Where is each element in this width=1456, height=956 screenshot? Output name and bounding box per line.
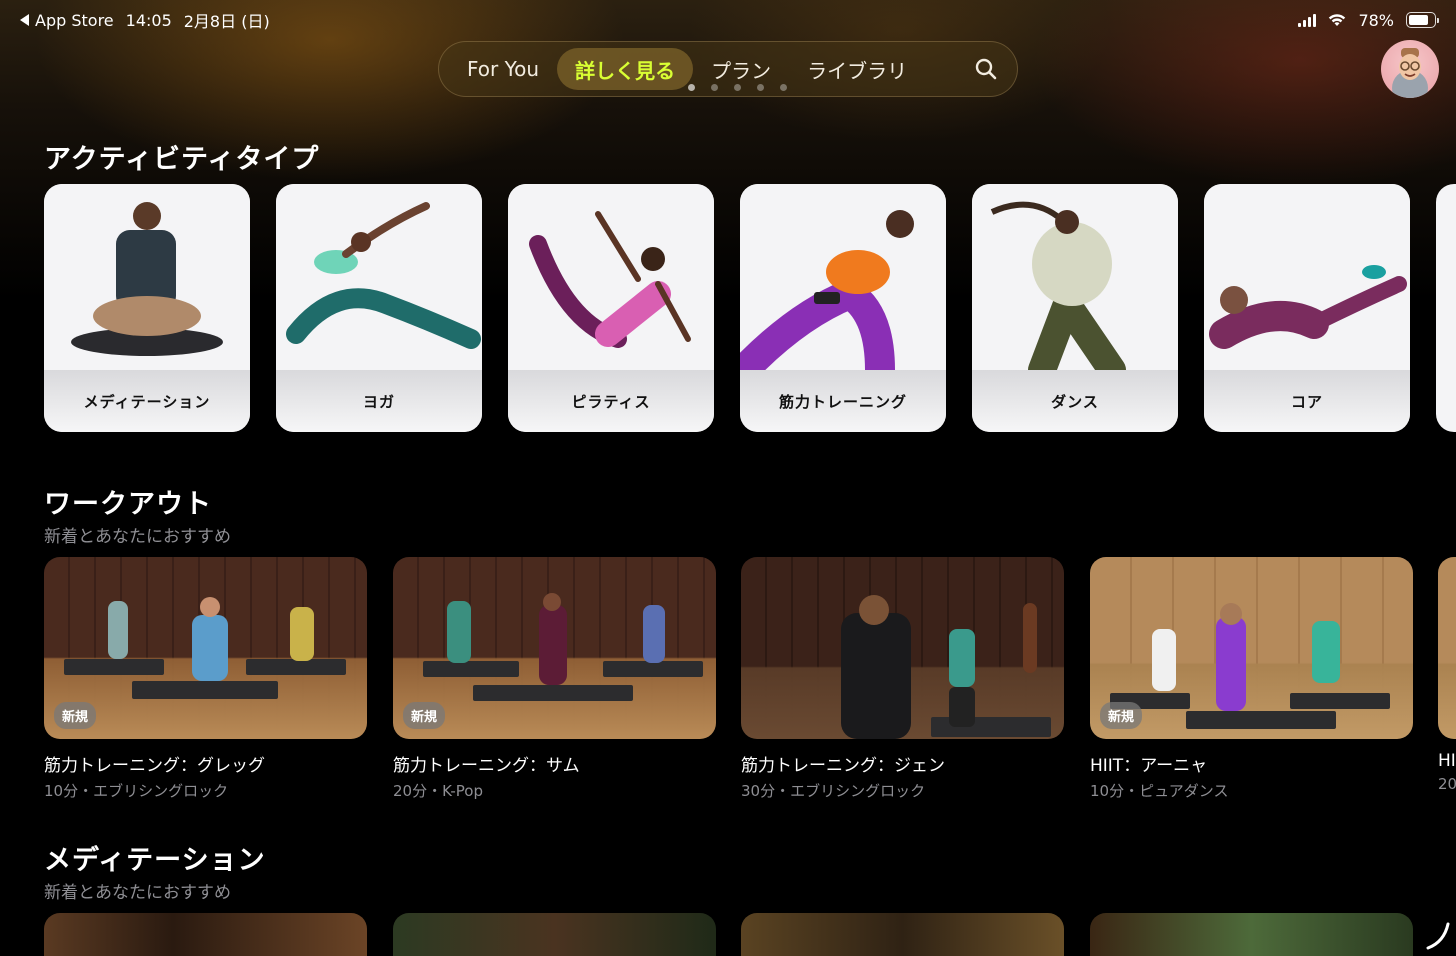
workout-meta: 20: [1438, 775, 1456, 793]
status-bar: App Store 14:05 2月8日 (日) 78%: [20, 8, 1439, 32]
battery-percent: 78%: [1358, 10, 1394, 30]
back-arrow-icon: [20, 14, 29, 26]
tab-library[interactable]: ライブラリ: [789, 48, 925, 90]
workout-carousel: 新規 筋力トレーニング：グレッグ 10分・エブリシングロック 新規 筋力トレーニ…: [44, 557, 1456, 807]
activity-label: コア: [1204, 370, 1410, 432]
meditation-card[interactable]: [741, 913, 1064, 956]
search-icon: [975, 58, 997, 80]
activity-label: ヨガ: [276, 370, 482, 432]
activity-card-yoga[interactable]: ヨガ: [276, 184, 482, 432]
workout-thumbnail: 新規: [44, 557, 367, 739]
workout-thumbnail: 新規: [393, 557, 716, 739]
workout-meta: 20分・K-Pop: [393, 782, 483, 800]
pilates-figure-image: [508, 184, 714, 370]
workout-thumbnail: [741, 557, 1064, 739]
activity-card-pilates[interactable]: ピラティス: [508, 184, 714, 432]
activity-card-partial[interactable]: [1436, 184, 1456, 432]
back-to-app-link[interactable]: App Store: [20, 11, 114, 30]
new-badge: 新規: [54, 702, 97, 729]
wifi-icon: [1329, 14, 1346, 26]
search-button[interactable]: [965, 48, 1007, 90]
meditation-card[interactable]: [393, 913, 716, 956]
workout-card-partial[interactable]: HI 20: [1438, 557, 1456, 793]
new-badge: 新規: [403, 702, 446, 729]
hero-page-indicator[interactable]: [688, 84, 787, 91]
yoga-figure-image: [276, 184, 482, 370]
workout-meta: 10分・エブリシングロック: [44, 782, 229, 800]
activity-label: 筋力トレーニング: [740, 370, 946, 432]
activity-card-meditation[interactable]: メディテーション: [44, 184, 250, 432]
back-app-label: App Store: [35, 10, 114, 30]
workout-card[interactable]: 筋力トレーニング：ジェン 30分・エブリシングロック: [741, 557, 1064, 801]
core-figure-image: [1204, 184, 1410, 370]
activity-card-core[interactable]: コア: [1204, 184, 1410, 432]
workout-title: 筋力トレーニング：グレッグ: [44, 756, 265, 776]
workout-title: 筋力トレーニング：サム: [393, 756, 580, 776]
battery-icon: [1406, 12, 1439, 28]
memoji-icon: [1392, 48, 1428, 98]
new-badge: 新規: [1100, 702, 1143, 729]
workout-title: HIIT：アーニャ: [1090, 756, 1208, 776]
meditation-section-subtitle: 新着とあなたにおすすめ: [44, 883, 231, 903]
workout-card[interactable]: 新規 HIIT：アーニャ 10分・ピュアダンス: [1090, 557, 1413, 801]
activity-label: ダンス: [972, 370, 1178, 432]
activity-label: メディテーション: [44, 370, 250, 432]
workout-section-title: ワークアウト: [44, 489, 212, 520]
cellular-signal-icon: [1298, 13, 1317, 27]
workout-card[interactable]: 新規 筋力トレーニング：サム 20分・K-Pop: [393, 557, 716, 801]
workout-meta: 10分・ピュアダンス: [1090, 782, 1229, 800]
tab-for-you[interactable]: For You: [449, 48, 557, 90]
workout-title: 筋力トレーニング：ジェン: [741, 756, 945, 776]
meditation-section-title: メディテーション: [44, 845, 266, 876]
workout-section-subtitle: 新着とあなたにおすすめ: [44, 527, 231, 547]
battery-level-fill: [1409, 15, 1428, 25]
workout-meta: 30分・エブリシングロック: [741, 782, 926, 800]
tab-browse[interactable]: 詳しく見る: [557, 48, 694, 90]
status-time: 14:05: [125, 10, 172, 30]
meditation-card[interactable]: [1090, 913, 1413, 956]
strength-figure-image: [740, 184, 946, 370]
meditation-carousel: [44, 913, 1456, 956]
meditation-card[interactable]: [44, 913, 367, 956]
activity-card-strength[interactable]: 筋力トレーニング: [740, 184, 946, 432]
workout-thumbnail: 新規: [1090, 557, 1413, 739]
workout-thumbnail: [1438, 557, 1456, 739]
workout-title: HI: [1438, 751, 1456, 771]
scroll-indicator-icon: [1426, 922, 1450, 950]
status-date: 2月8日 (日): [183, 12, 270, 31]
workout-card[interactable]: 新規 筋力トレーニング：グレッグ 10分・エブリシングロック: [44, 557, 367, 801]
meditation-figure-image: [44, 184, 250, 370]
activity-label: ピラティス: [508, 370, 714, 432]
profile-avatar[interactable]: [1381, 40, 1439, 98]
activity-section-title: アクティビティタイプ: [44, 144, 320, 175]
dance-figure-image: [972, 184, 1178, 370]
activity-card-dance[interactable]: ダンス: [972, 184, 1178, 432]
activity-type-carousel: メディテーション ヨガ ピラティス 筋力トレーニング ダンス コア: [44, 184, 1456, 432]
